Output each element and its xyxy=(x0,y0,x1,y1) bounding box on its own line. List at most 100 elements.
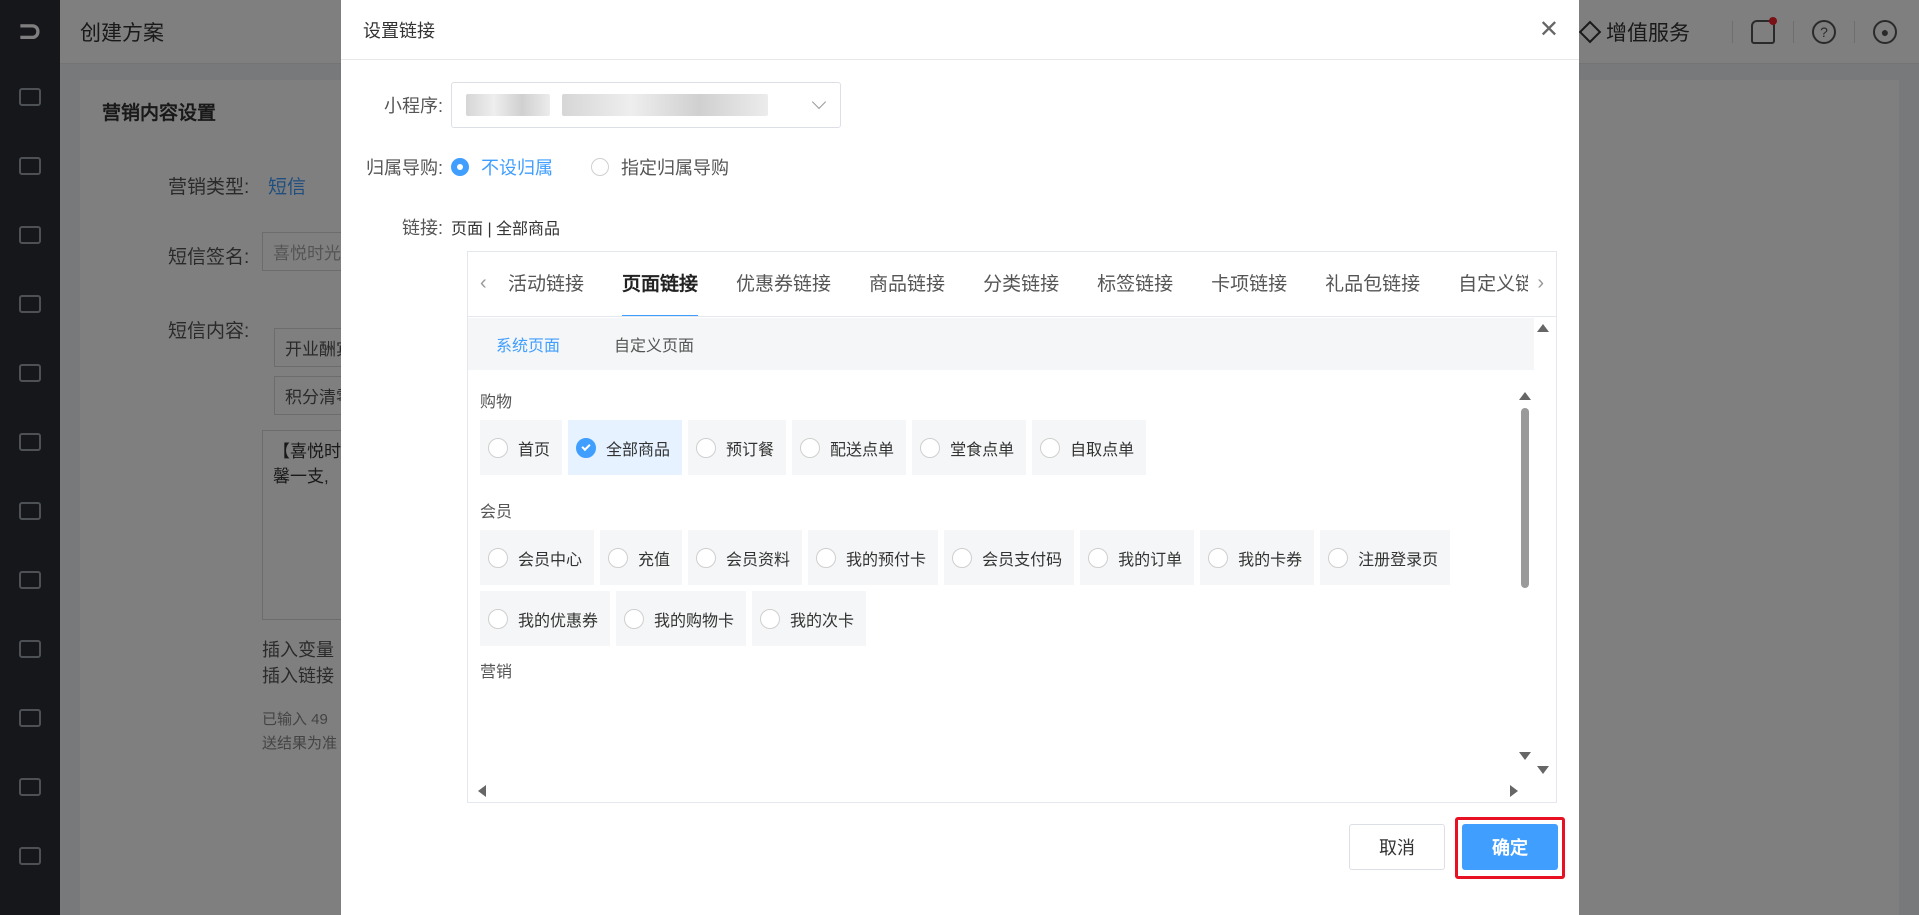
radio-circle xyxy=(488,608,508,629)
tab-link-type[interactable]: 优惠券链接 xyxy=(736,252,831,316)
page-option[interactable]: 充值 xyxy=(600,530,683,585)
scroll-thumb[interactable] xyxy=(1521,408,1529,588)
page-option[interactable]: 我的优惠券 xyxy=(480,591,611,646)
link-value: 页面 | 全部商品 xyxy=(451,221,561,238)
page-option[interactable]: 会员资料 xyxy=(688,530,803,585)
page-option[interactable]: 我的次卡 xyxy=(752,591,867,646)
tab-link-type[interactable]: 分类链接 xyxy=(983,252,1059,316)
outer-scrollbar[interactable] xyxy=(1536,324,1550,784)
tab-link-type[interactable]: 礼品包链接 xyxy=(1325,252,1420,316)
page-subtabs: 系统页面 自定义页面 xyxy=(468,318,1534,370)
radio-circle xyxy=(576,437,597,458)
page-option[interactable]: 我的卡券 xyxy=(1200,530,1315,585)
option-list: 首页 全部商品 预订餐 配送点单 堂食点单 自取点单 xyxy=(480,420,1480,481)
radio-circle xyxy=(451,158,469,176)
guide-label: 归属导购: xyxy=(365,158,443,178)
inner-scrollbar[interactable] xyxy=(1518,392,1532,772)
radio-circle xyxy=(488,437,508,458)
tab-link-type[interactable]: 商品链接 xyxy=(869,252,945,316)
page-option[interactable]: 自取点单 xyxy=(1032,420,1147,475)
option-label: 会员资料 xyxy=(726,551,791,569)
tab-link-type[interactable]: 活动链接 xyxy=(508,252,584,316)
option-label: 堂食点单 xyxy=(950,441,1015,459)
tabs-prev-icon[interactable]: ‹ xyxy=(480,272,487,295)
page-option[interactable]: 会员支付码 xyxy=(944,530,1075,585)
radio-circle xyxy=(696,437,717,458)
scroll-up-icon[interactable] xyxy=(1519,392,1531,400)
radio-specify-guide[interactable]: 指定归属导购 xyxy=(591,154,729,180)
page-option[interactable]: 首页 xyxy=(480,420,563,475)
radio-circle xyxy=(800,437,821,458)
miniprogram-row: 小程序: xyxy=(341,82,841,128)
radio-no-guide[interactable]: 不设归属 xyxy=(451,154,553,180)
page-option[interactable]: 注册登录页 xyxy=(1320,530,1451,585)
scroll-up-icon[interactable] xyxy=(1537,324,1549,332)
option-group-title: 购物 xyxy=(480,394,513,411)
tab-link-type[interactable]: 卡项链接 xyxy=(1211,252,1287,316)
option-label: 预订餐 xyxy=(726,441,775,459)
radio-circle xyxy=(608,547,629,568)
page-option[interactable]: 会员中心 xyxy=(480,530,595,585)
option-label: 首页 xyxy=(518,441,551,459)
page-options: 购物首页 全部商品 预订餐 配送点单 堂食点单 自取点单会员会员中心 充值 会员资料 我的预付卡… xyxy=(468,370,1508,780)
radio-circle xyxy=(816,547,837,568)
radio-circle xyxy=(624,608,645,629)
page-option[interactable]: 我的购物卡 xyxy=(616,591,747,646)
tab-link-type[interactable]: 标签链接 xyxy=(1097,252,1173,316)
scroll-right-icon[interactable] xyxy=(1510,785,1518,797)
close-icon[interactable]: ✕ xyxy=(1539,18,1559,42)
blurred-value xyxy=(562,94,768,116)
option-label: 我的优惠券 xyxy=(518,612,599,630)
option-label: 自取点单 xyxy=(1070,441,1135,459)
radio-circle xyxy=(1088,547,1109,568)
radio-label: 指定归属导购 xyxy=(621,158,729,178)
radio-label: 不设归属 xyxy=(481,158,553,178)
page-option[interactable]: 全部商品 xyxy=(568,420,683,475)
confirm-button[interactable]: 确定 xyxy=(1462,824,1558,870)
option-label: 我的购物卡 xyxy=(654,612,735,630)
tab-strip: 活动链接页面链接优惠券链接商品链接分类链接标签链接卡项链接礼品包链接自定义链接 xyxy=(508,252,1528,316)
subtab-page-type[interactable]: 自定义页面 xyxy=(614,332,694,356)
option-label: 会员中心 xyxy=(518,551,583,569)
radio-circle xyxy=(1208,547,1229,568)
radio-circle xyxy=(591,158,609,176)
miniprogram-select[interactable] xyxy=(451,82,841,128)
scroll-down-icon[interactable] xyxy=(1519,752,1531,760)
option-label: 我的卡券 xyxy=(1238,551,1303,569)
radio-circle xyxy=(760,608,781,629)
horizontal-scrollbar[interactable] xyxy=(478,785,1518,797)
radio-circle xyxy=(952,547,973,568)
option-label: 充值 xyxy=(638,551,671,569)
guide-row: 归属导购: 不设归属 指定归属导购 xyxy=(341,154,767,180)
page-option[interactable]: 我的订单 xyxy=(1080,530,1195,585)
chevron-down-icon xyxy=(811,94,827,110)
radio-circle xyxy=(1040,437,1061,458)
page-option[interactable]: 配送点单 xyxy=(792,420,907,475)
radio-circle xyxy=(920,437,941,458)
page-option[interactable]: 预订餐 xyxy=(688,420,787,475)
option-label: 配送点单 xyxy=(830,441,895,459)
option-group-title: 营销 xyxy=(480,664,513,681)
radio-circle xyxy=(488,547,508,568)
link-row: 链接: 页面 | 全部商品 xyxy=(341,214,560,240)
page-option[interactable]: 我的预付卡 xyxy=(808,530,939,585)
cancel-button[interactable]: 取消 xyxy=(1349,824,1445,870)
option-label: 我的次卡 xyxy=(790,612,855,630)
option-label: 注册登录页 xyxy=(1358,551,1439,569)
tab-link-type[interactable]: 自定义链接 xyxy=(1458,252,1528,316)
scroll-down-icon[interactable] xyxy=(1537,766,1549,774)
option-label: 会员支付码 xyxy=(982,551,1063,569)
subtab-page-type[interactable]: 系统页面 xyxy=(496,332,560,356)
dialog-header: 设置链接 xyxy=(341,0,1579,60)
tab-link-type[interactable]: 页面链接 xyxy=(622,252,699,316)
link-type-tabs: ‹ 活动链接页面链接优惠券链接商品链接分类链接标签链接卡项链接礼品包链接自定义链… xyxy=(468,252,1556,317)
scroll-left-icon[interactable] xyxy=(478,785,486,797)
option-label: 我的订单 xyxy=(1118,551,1183,569)
page-option[interactable]: 堂食点单 xyxy=(912,420,1027,475)
option-label: 我的预付卡 xyxy=(846,551,927,569)
set-link-dialog: 设置链接 ✕ 小程序: 归属导购: 不设归属 指定归属导购 链接: 页面 | 全… xyxy=(341,0,1579,915)
tabs-next-icon[interactable]: › xyxy=(1537,272,1544,295)
option-group-title: 会员 xyxy=(480,504,513,521)
option-label: 全部商品 xyxy=(606,441,671,459)
link-label: 链接: xyxy=(401,218,443,238)
